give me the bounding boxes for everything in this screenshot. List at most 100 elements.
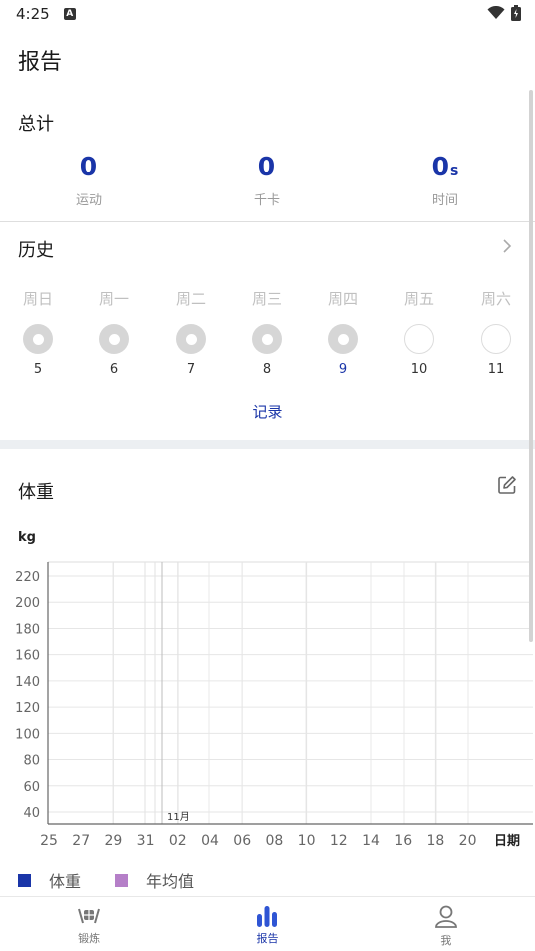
y-tick-label: 160	[15, 649, 40, 664]
stat-unit: s	[450, 163, 459, 179]
day-status-circle	[99, 324, 129, 354]
legend-label: 年均值	[146, 872, 195, 891]
day-label: 周五	[403, 290, 434, 308]
stat-calories: 0 千卡	[207, 152, 327, 208]
chart-unit-label: kg	[18, 530, 36, 545]
day-label: 周四	[327, 290, 358, 308]
day-status-circle	[252, 324, 282, 354]
x-tick-label: 20	[459, 833, 477, 849]
x-tick-label: 04	[201, 833, 219, 849]
stat-value: 0	[257, 152, 276, 181]
day-status-circle	[23, 324, 53, 354]
legend-swatch	[115, 873, 129, 887]
y-tick-label: 100	[15, 727, 40, 742]
wifi-icon	[487, 6, 505, 19]
legend-item-weight: 体重	[18, 868, 81, 892]
stat-value: 0	[79, 152, 98, 181]
day-date: 8	[262, 362, 272, 377]
scrollbar[interactable]	[529, 90, 533, 642]
status-icons	[487, 5, 521, 21]
totals-title: 总计	[18, 114, 54, 135]
nav-label: 锻炼	[78, 932, 101, 945]
history-title[interactable]: 历史	[18, 236, 54, 262]
x-tick-label: 16	[394, 833, 412, 849]
y-tick-label: 40	[23, 806, 40, 821]
records-link[interactable]: 记录	[0, 401, 535, 422]
day-label: 周六	[480, 290, 511, 308]
x-tick-label: 06	[233, 833, 251, 849]
nav-label: 我	[440, 934, 452, 947]
x-tick-label: 14	[362, 833, 380, 849]
x-tick-label: 29	[104, 833, 122, 849]
day-label: 周日	[22, 290, 53, 308]
history-day[interactable]: 周四 9	[313, 288, 373, 377]
y-tick-label: 80	[23, 754, 40, 769]
day-status-circle	[404, 324, 434, 354]
day-date: 11	[487, 362, 505, 377]
day-label: 周二	[175, 290, 206, 308]
day-date: 7	[186, 362, 196, 377]
person-icon	[434, 905, 457, 928]
chevron-right-icon[interactable]	[501, 238, 513, 254]
day-date: 5	[33, 362, 43, 377]
y-tick-label: 140	[15, 675, 40, 690]
x-tick-label: 31	[137, 833, 155, 849]
y-tick-label: 120	[15, 701, 40, 716]
page-title: 报告	[18, 50, 63, 75]
day-date: 9	[338, 362, 348, 377]
status-time: 4:25	[16, 5, 50, 23]
x-axis-title: 日期	[494, 834, 520, 849]
day-label: 周一	[98, 290, 129, 308]
bar-chart-icon	[257, 906, 278, 927]
y-tick-label: 220	[15, 570, 40, 585]
day-status-circle	[328, 324, 358, 354]
divider	[0, 221, 535, 222]
section-divider	[0, 440, 535, 449]
chart-legend: 体重 年均值	[18, 868, 228, 892]
day-date: 10	[410, 362, 428, 377]
nav-item-report[interactable]: 报告	[178, 897, 356, 951]
battery-icon	[511, 5, 521, 21]
x-tick-label: 12	[330, 833, 348, 849]
x-tick-label: 02	[169, 833, 187, 849]
stat-value: 0	[431, 152, 450, 181]
y-tick-label: 200	[15, 596, 40, 611]
day-date: 6	[109, 362, 119, 377]
history-day[interactable]: 周三 8	[237, 288, 297, 377]
x-tick-label: 08	[265, 833, 283, 849]
edit-icon[interactable]	[497, 475, 517, 495]
y-tick-label: 180	[15, 622, 40, 637]
legend-swatch	[18, 873, 31, 887]
stat-label: 时间	[431, 193, 458, 208]
history-day[interactable]: 周五 10	[389, 288, 449, 377]
day-label: 周三	[251, 290, 282, 308]
history-day[interactable]: 周一 6	[84, 288, 144, 377]
bottom-nav: 锻炼 报告 我	[0, 896, 535, 951]
day-status-circle	[481, 324, 511, 354]
nav-label: 报告	[256, 932, 279, 945]
legend-item-average: 年均值	[115, 868, 194, 892]
dumbbell-icon	[78, 908, 101, 924]
x-tick-label: 18	[426, 833, 444, 849]
y-tick-label: 60	[23, 780, 40, 795]
history-day[interactable]: 周日 5	[8, 288, 68, 377]
weight-chart[interactable]: 40 60 80 100 120 140 160 180 200 220 25 27 29 31 02 04 0…	[0, 550, 535, 855]
history-day[interactable]: 周二 7	[161, 288, 221, 377]
stat-workouts: 0 运动	[29, 152, 149, 208]
history-title-label: 历史	[18, 240, 54, 261]
nav-item-workout[interactable]: 锻炼	[0, 897, 178, 951]
history-day[interactable]: 周六 11	[466, 288, 526, 377]
status-bar: 4:25 A	[0, 0, 535, 28]
month-annotation: 11月	[167, 811, 190, 823]
nav-item-me[interactable]: 我	[357, 897, 535, 951]
stat-label: 千卡	[253, 193, 280, 208]
x-tick-label: 10	[298, 833, 316, 849]
stat-duration: 0s 时间	[385, 152, 505, 208]
notification-icon: A	[63, 8, 76, 20]
x-tick-label: 25	[40, 833, 58, 849]
stat-label: 运动	[75, 193, 102, 208]
weight-title: 体重	[18, 482, 54, 503]
legend-label: 体重	[49, 872, 82, 891]
day-status-circle	[176, 324, 206, 354]
x-tick-label: 27	[72, 833, 90, 849]
